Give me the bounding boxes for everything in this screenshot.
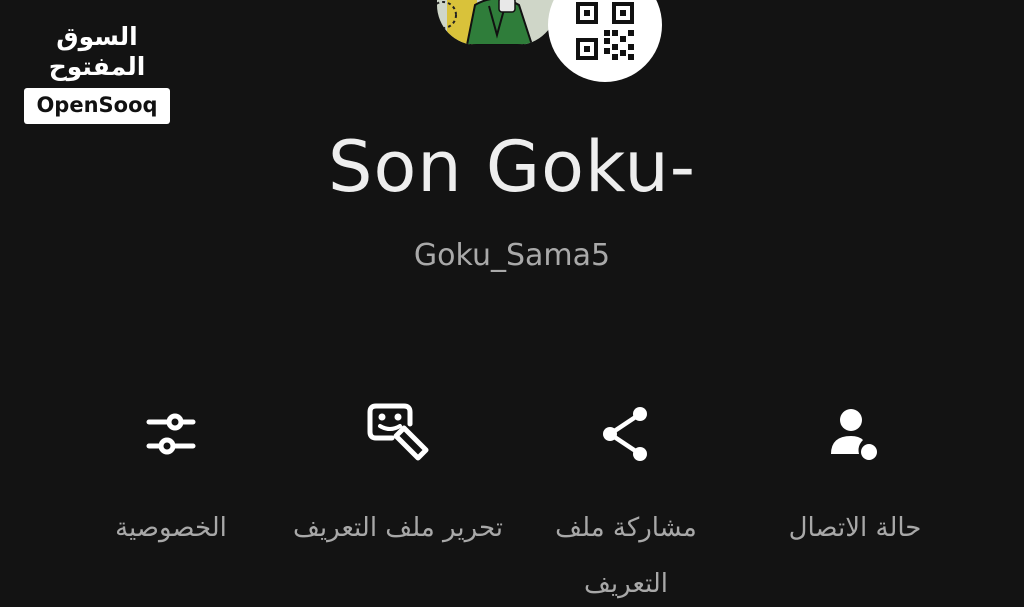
share-icon (603, 407, 647, 461)
share-profile-button[interactable]: مشاركة ملف التعريف (511, 390, 741, 605)
profile-display-name: Son Goku- (328, 126, 696, 208)
profile-avatar[interactable] (437, 0, 557, 45)
profile-screen: السوق المفتوح OpenSooq Son Goku- Goku_Sa… (0, 0, 1024, 607)
privacy-label: الخصوصية (115, 513, 227, 543)
person-status-icon (831, 409, 877, 460)
opensooq-watermark: السوق المفتوح OpenSooq (24, 22, 170, 124)
qr-code-button[interactable] (548, 0, 662, 82)
online-status-button[interactable]: حالة الاتصال (740, 390, 970, 605)
edit-profile-label: تحرير ملف التعريف (293, 513, 503, 543)
online-status-label: حالة الاتصال (788, 513, 922, 543)
watermark-latin: OpenSooq (24, 88, 170, 124)
qr-code-icon (576, 2, 634, 60)
edit-face-icon (367, 403, 429, 461)
avatar-illustration (437, 0, 557, 45)
sliders-icon (146, 413, 196, 455)
edit-profile-button[interactable]: تحرير ملف التعريف (283, 390, 513, 605)
privacy-button[interactable]: الخصوصية (56, 390, 286, 605)
share-profile-label: مشاركة ملف التعريف (555, 513, 697, 599)
profile-username: Goku_Sama5 (413, 238, 611, 273)
watermark-arabic: السوق المفتوح (48, 22, 146, 81)
